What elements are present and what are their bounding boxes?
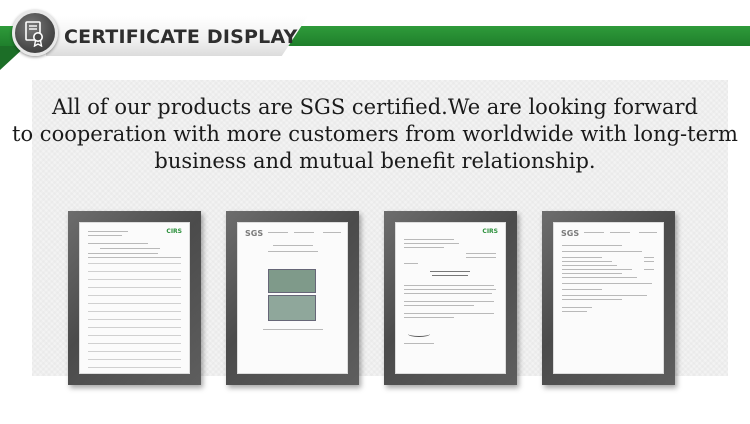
- cirs-logo: CIRS: [166, 228, 182, 235]
- certificate-document-1: CIRS: [79, 222, 190, 374]
- certificate-document-3: CIRS: [395, 222, 506, 374]
- cirs-logo: CIRS: [482, 228, 498, 235]
- intro-line-3: business and mutual benefit relationship…: [154, 149, 596, 173]
- sgs-logo: SGS: [561, 229, 580, 238]
- certificate-frame-1: CIRS: [68, 211, 201, 385]
- sgs-logo: SGS: [245, 229, 264, 238]
- certificate-document-2: SGS: [237, 222, 348, 374]
- certificate-document-4: SGS: [553, 222, 664, 374]
- intro-text: All of our products are SGS certified.We…: [0, 94, 750, 175]
- certificate-frame-3: CIRS: [384, 211, 517, 385]
- certificate-frame-2: SGS: [226, 211, 359, 385]
- intro-line-1: All of our products are SGS certified.We…: [52, 95, 698, 119]
- header-banner: CERTIFICATE DISPLAY: [0, 0, 750, 70]
- product-photo: [268, 269, 316, 293]
- intro-line-2: to cooperation with more customers from …: [12, 122, 738, 146]
- product-photo: [268, 295, 316, 321]
- certificate-frame-4: SGS: [542, 211, 675, 385]
- page-title: CERTIFICATE DISPLAY: [64, 26, 298, 48]
- certificate-icon: [12, 10, 58, 56]
